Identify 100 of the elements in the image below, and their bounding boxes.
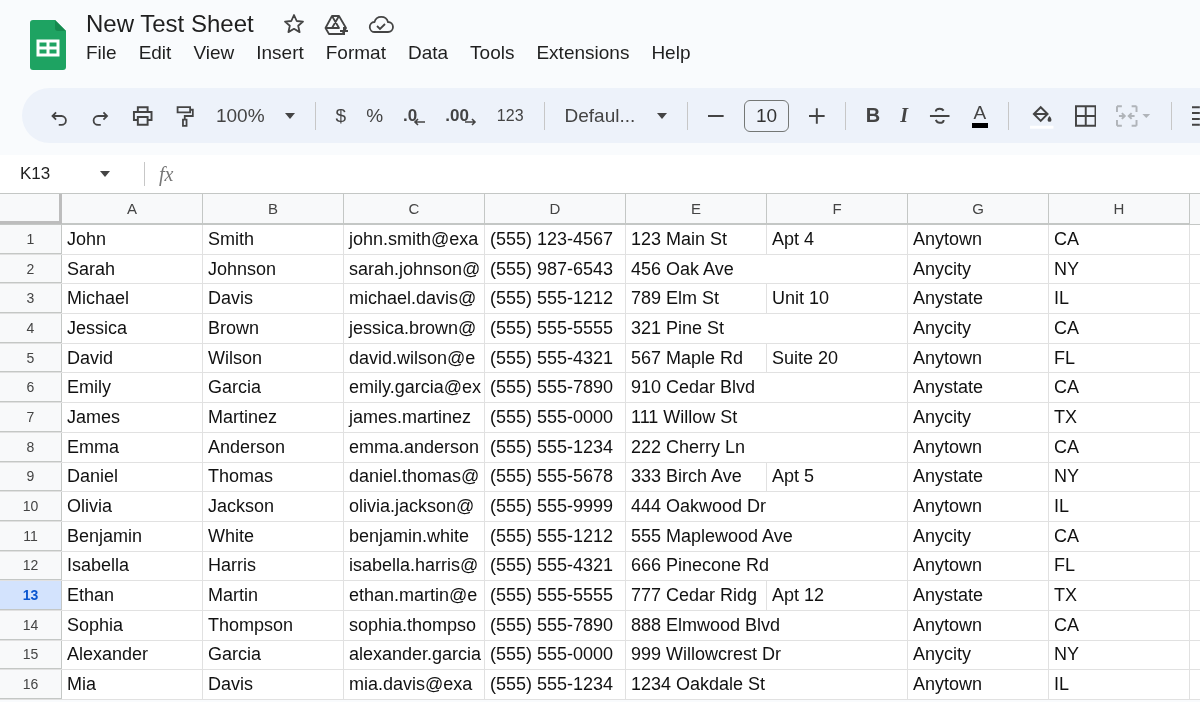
table-cell: James [67,406,120,428]
menu-item[interactable]: Edit [138,42,172,64]
table-cell: (555) 555-0000 [490,406,614,428]
table-cell: Unit 10 [772,288,830,310]
table-cell: CA [1054,525,1079,547]
row-header[interactable]: 9 [0,462,62,492]
menu-item[interactable]: Tools [470,42,515,64]
decrease-decimal-button[interactable]: .0 [403,105,426,126]
currency-button[interactable]: $ [335,104,347,127]
name-box[interactable]: K13 [20,164,130,184]
table-cell: Ethan [67,585,115,607]
table-cell: Davis [208,288,253,310]
row-header[interactable]: 4 [0,314,62,343]
table-cell: (555) 123-4567 [490,228,614,250]
table-cell: olivia.jackson@ [349,496,475,518]
table-cell: Sarah [67,258,116,280]
table-cell: 321 Pine St [631,317,725,339]
table-cell: NY [1054,258,1079,280]
table-cell: Jackson [208,496,275,518]
column-header[interactable]: B [203,194,344,224]
sheets-logo-icon[interactable] [30,20,66,70]
borders-icon[interactable] [1074,104,1097,127]
table-cell: IL [1054,674,1069,696]
font-dropdown[interactable]: Defaul... [564,104,668,127]
menu-item[interactable]: Data [407,42,449,64]
table-cell: 1234 Oakdale St [631,674,766,696]
table-cell: jessica.brown@ [349,317,477,339]
table-cell: Smith [208,228,254,250]
paint-roller-icon[interactable] [174,103,196,128]
row-header[interactable]: 16 [0,670,62,699]
increase-decimal-button[interactable]: .00 [445,105,477,126]
menu-item[interactable]: View [193,42,235,64]
row-header[interactable]: 15 [0,640,62,670]
table-cell: Anycity [913,406,972,428]
bold-button[interactable]: B [865,104,881,127]
percent-button[interactable]: % [366,104,384,127]
font-size-field[interactable]: 10 [743,99,790,132]
table-cell: daniel.thomas@ [349,466,480,488]
print-icon[interactable] [131,103,155,128]
table-cell: (555) 555-4321 [490,555,614,577]
drive-add-icon[interactable] [323,12,350,36]
table-cell: (555) 555-1234 [490,674,614,696]
minus-icon[interactable] [708,114,724,117]
table-cell: james.martinez [349,406,472,428]
text-color-button[interactable]: A [971,103,989,128]
table-cell: 333 Birch Ave [631,466,742,488]
table-cell: alexander.garcia [349,644,482,666]
column-header[interactable]: F [767,194,908,224]
row-header[interactable]: 2 [0,254,62,284]
column-header[interactable]: H [1049,194,1190,224]
table-cell: 123 Main St [631,228,728,250]
table-cell: (555) 555-7890 [490,377,614,399]
column-header[interactable]: C [344,194,485,224]
table-cell: Daniel [67,466,119,488]
column-header[interactable]: A [62,194,203,224]
row-header[interactable]: 11 [0,521,62,551]
row-header[interactable]: 1 [0,225,62,254]
table-cell: 111 Willow St [631,406,738,428]
table-cell: mia.davis@exa [349,674,473,696]
table-cell: NY [1054,644,1079,666]
row-header[interactable]: 6 [0,373,62,403]
table-cell: (555) 987-6543 [490,258,614,280]
zoom-dropdown[interactable]: 100% [215,104,295,127]
table-cell: Anystate [913,585,984,607]
table-cell: isabella.harris@ [349,555,479,577]
number-format-button[interactable]: 123 [496,106,524,125]
table-cell: Anytown [913,436,983,458]
row-header[interactable]: 13 [0,581,62,610]
function-label: fx [159,162,174,186]
row-header[interactable]: 5 [0,343,62,373]
table-cell: 999 Willowcrest Dr [631,644,782,666]
plus-icon[interactable] [809,107,825,124]
menu-item[interactable]: Format [325,42,386,64]
align-icon[interactable] [1192,104,1200,127]
table-cell: (555) 555-0000 [490,644,614,666]
menu-item[interactable]: Insert [256,42,304,64]
table-cell: 789 Elm St [631,288,720,310]
table-cell: michael.davis@ [349,288,477,310]
row-header[interactable]: 3 [0,284,62,314]
table-cell: John [67,228,107,250]
row-header[interactable]: 7 [0,403,62,432]
row-header[interactable]: 10 [0,492,62,521]
table-cell: Emma [67,436,119,458]
menu-item[interactable]: Help [651,42,691,64]
column-header[interactable]: D [485,194,626,224]
row-header[interactable]: 14 [0,610,62,640]
row-header[interactable]: 12 [0,551,62,581]
column-header[interactable]: E [626,194,767,224]
menu-item[interactable]: File [86,42,117,64]
table-cell: 222 Cherry Ln [631,436,746,458]
document-title[interactable]: New Test Sheet [86,10,254,38]
italic-button[interactable]: I [900,104,909,127]
table-cell: Johnson [208,258,277,280]
table-cell: Anderson [208,436,286,458]
row-header[interactable]: 8 [0,432,62,462]
menu-item[interactable]: Extensions [536,42,630,64]
cloud-check-icon[interactable] [367,14,394,34]
star-icon[interactable] [281,12,306,36]
table-cell: Thomas [208,466,274,488]
column-header[interactable]: G [908,194,1049,224]
